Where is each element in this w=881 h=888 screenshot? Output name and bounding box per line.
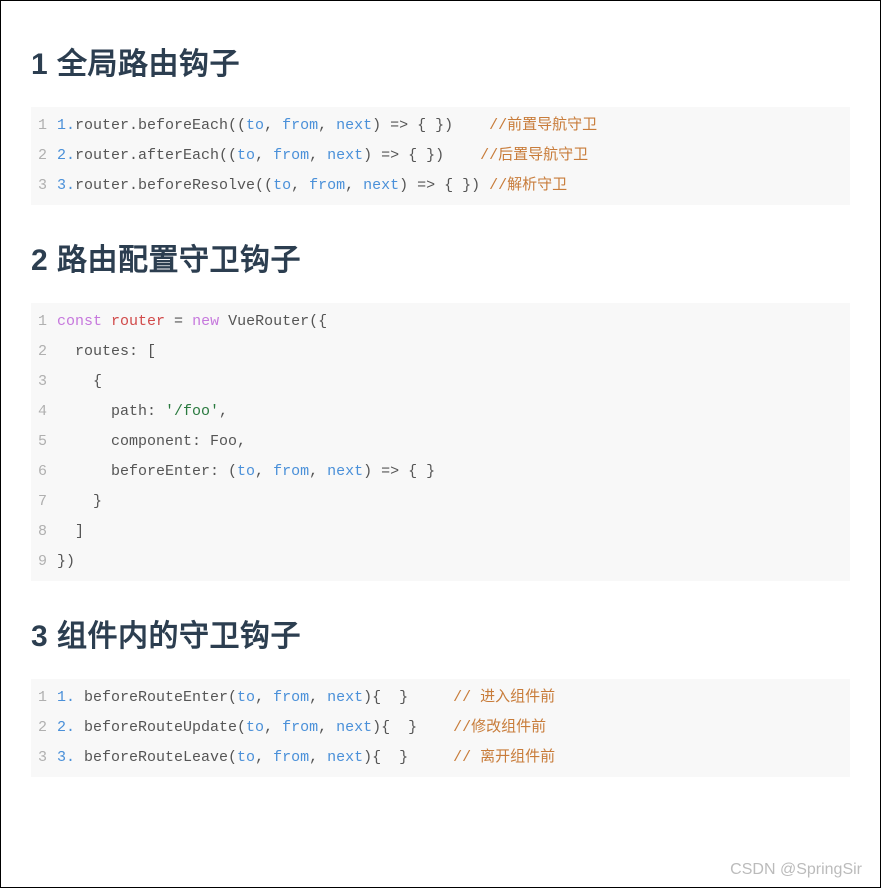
code-line: 33. beforeRouteLeave(to, from, next){ } … — [35, 743, 846, 773]
code-line: 5 component: Foo, — [35, 427, 846, 457]
line-number: 2 — [35, 337, 57, 367]
code-block: 11. beforeRouteEnter(to, from, next){ } … — [31, 679, 850, 777]
line-number: 9 — [35, 547, 57, 577]
line-number: 3 — [35, 743, 57, 773]
code-line: 11. beforeRouteEnter(to, from, next){ } … — [35, 683, 846, 713]
section-heading: 1 全局路由钩子 — [31, 39, 850, 83]
code-line: 8 ] — [35, 517, 846, 547]
code-text: const router = new VueRouter({ — [57, 307, 327, 337]
section-heading: 3 组件内的守卫钩子 — [31, 611, 850, 655]
line-number: 2 — [35, 713, 57, 743]
line-number: 7 — [35, 487, 57, 517]
line-number: 6 — [35, 457, 57, 487]
document-content: 1 全局路由钩子11.router.beforeEach((to, from, … — [31, 39, 850, 777]
line-number: 3 — [35, 367, 57, 397]
line-number: 1 — [35, 111, 57, 141]
code-text: } — [57, 487, 102, 517]
line-number: 1 — [35, 683, 57, 713]
line-number: 2 — [35, 141, 57, 171]
section-heading: 2 路由配置守卫钩子 — [31, 235, 850, 279]
line-number: 4 — [35, 397, 57, 427]
code-text: 2.router.afterEach((to, from, next) => {… — [57, 141, 588, 171]
line-number: 1 — [35, 307, 57, 337]
code-text: 2. beforeRouteUpdate(to, from, next){ } … — [57, 713, 546, 743]
code-text: component: Foo, — [57, 427, 246, 457]
code-line: 2 routes: [ — [35, 337, 846, 367]
code-line: 1const router = new VueRouter({ — [35, 307, 846, 337]
code-text: path: '/foo', — [57, 397, 228, 427]
watermark-text: CSDN @SpringSir — [730, 861, 862, 879]
code-line: 22.router.afterEach((to, from, next) => … — [35, 141, 846, 171]
code-text: routes: [ — [57, 337, 156, 367]
code-text: 1. beforeRouteEnter(to, from, next){ } /… — [57, 683, 555, 713]
line-number: 8 — [35, 517, 57, 547]
code-line: 22. beforeRouteUpdate(to, from, next){ }… — [35, 713, 846, 743]
code-line: 9}) — [35, 547, 846, 577]
code-text: 1.router.beforeEach((to, from, next) => … — [57, 111, 597, 141]
code-text: { — [57, 367, 102, 397]
code-line: 4 path: '/foo', — [35, 397, 846, 427]
code-text: }) — [57, 547, 75, 577]
code-line: 6 beforeEnter: (to, from, next) => { } — [35, 457, 846, 487]
code-text: 3.router.beforeResolve((to, from, next) … — [57, 171, 567, 201]
code-text: beforeEnter: (to, from, next) => { } — [57, 457, 435, 487]
code-line: 7 } — [35, 487, 846, 517]
code-text: 3. beforeRouteLeave(to, from, next){ } /… — [57, 743, 555, 773]
code-line: 3 { — [35, 367, 846, 397]
line-number: 3 — [35, 171, 57, 201]
line-number: 5 — [35, 427, 57, 457]
code-text: ] — [57, 517, 84, 547]
code-block: 11.router.beforeEach((to, from, next) =>… — [31, 107, 850, 205]
code-line: 11.router.beforeEach((to, from, next) =>… — [35, 111, 846, 141]
code-line: 33.router.beforeResolve((to, from, next)… — [35, 171, 846, 201]
code-block: 1const router = new VueRouter({2 routes:… — [31, 303, 850, 581]
